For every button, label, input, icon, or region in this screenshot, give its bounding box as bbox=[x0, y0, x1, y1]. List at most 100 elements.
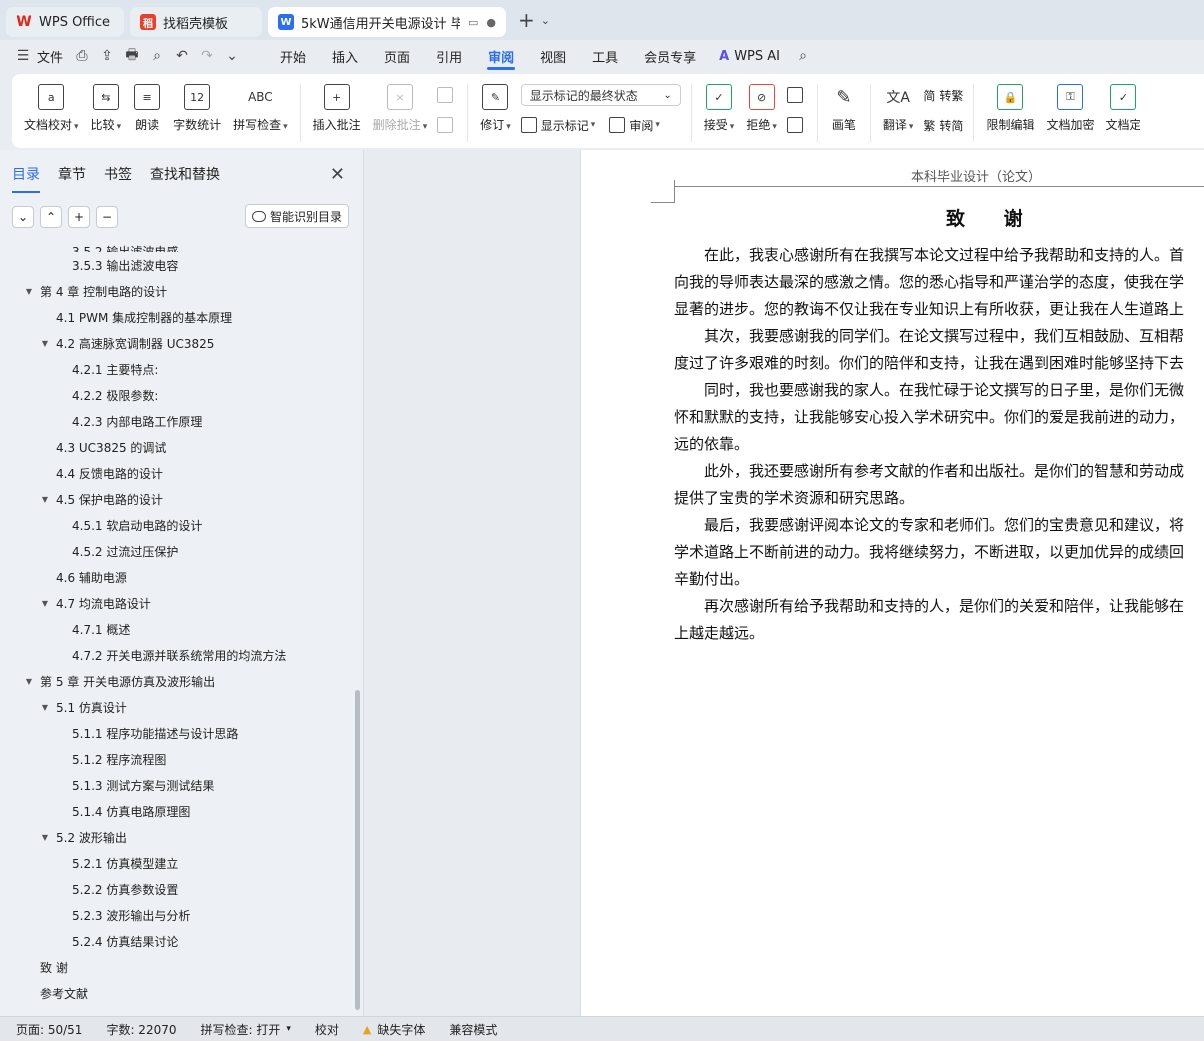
toc-item[interactable]: 5.2.2 仿真参数设置 bbox=[0, 876, 352, 902]
page-indicator[interactable]: 页面: 50/51 bbox=[16, 1021, 82, 1038]
toc-item[interactable]: 3.5.3 输出滤波电容 bbox=[0, 252, 352, 278]
tab-wps-office[interactable]: W WPS Office bbox=[6, 7, 124, 37]
previous-comment-button[interactable] bbox=[437, 84, 457, 106]
add-heading-icon[interactable]: + bbox=[68, 206, 90, 228]
toc-item[interactable]: 5.2.1 仿真模型建立 bbox=[0, 850, 352, 876]
tab-bookmarks[interactable]: 书签 bbox=[104, 164, 132, 184]
compare-button[interactable]: ⇆ 比较 ▾ bbox=[85, 84, 128, 133]
toc-item[interactable]: 5.1.1 程序功能描述与设计思路 bbox=[0, 720, 352, 746]
toc-item[interactable]: ▼ 5.2 波形输出 bbox=[0, 824, 352, 850]
tab-home[interactable]: 开始 bbox=[267, 40, 319, 72]
toc-item[interactable]: 4.2.1 主要特点: bbox=[0, 356, 352, 382]
expand-chevron-icon[interactable]: ⌃ bbox=[40, 206, 62, 228]
delete-comment-button[interactable]: × 删除批注 ▾ bbox=[367, 84, 434, 133]
toc-item[interactable]: 参考文献 bbox=[0, 980, 352, 1006]
tab-find-replace[interactable]: 查找和替换 bbox=[150, 164, 220, 184]
encrypt-button[interactable]: ⚿ 文档加密 bbox=[1040, 84, 1100, 133]
tab-page[interactable]: 页面 bbox=[371, 40, 423, 72]
document-canvas[interactable]: 本科毕业设计（论文） 致 谢 在此，我衷心感谢所有在我撰写本论文过程中给予我帮助… bbox=[365, 150, 1204, 1016]
reject-button[interactable]: ⊘ 拒绝 ▾ bbox=[740, 84, 783, 133]
toc-item[interactable]: ▼ 第 4 章 控制电路的设计 bbox=[0, 278, 352, 304]
scrollbar-thumb[interactable] bbox=[355, 690, 360, 1010]
markup-state-select[interactable]: 显示标记的最终状态 ⌄ bbox=[520, 84, 681, 106]
toc-item[interactable]: 4.5.2 过流过压保护 bbox=[0, 538, 352, 564]
toc-item[interactable]: 4.1 PWM 集成控制器的基本原理 bbox=[0, 304, 352, 330]
file-menu[interactable]: ☰ 文件 bbox=[12, 45, 63, 67]
toc-item[interactable]: 4.3 UC3825 的调试 bbox=[0, 434, 352, 460]
wps-ai-button[interactable]: A WPS AI bbox=[719, 49, 780, 64]
remove-heading-icon[interactable]: − bbox=[96, 206, 118, 228]
review-pane-button[interactable]: 审阅 ▾ bbox=[609, 114, 660, 136]
close-icon[interactable]: ✕ bbox=[330, 164, 345, 185]
smart-toc-button[interactable]: 智能识别目录 bbox=[244, 204, 349, 228]
document-body[interactable]: 在此，我衷心感谢所有在我撰写本论文过程中给予我帮助和支持的人。首 向我的导师表达最… bbox=[674, 242, 1204, 647]
tab-member[interactable]: 会员专享 bbox=[631, 40, 709, 72]
toc-item[interactable]: 4.7.2 开关电源并联系统常用的均流方法 bbox=[0, 642, 352, 668]
tab-view[interactable]: 视图 bbox=[527, 40, 579, 72]
print-icon[interactable]: 🖶 bbox=[121, 45, 143, 67]
show-markup-button[interactable]: 显示标记 ▾ bbox=[520, 114, 595, 136]
insert-comment-button[interactable]: + 插入批注 bbox=[307, 84, 367, 133]
proofread-button[interactable]: a 文档校对 ▾ bbox=[18, 84, 85, 133]
redo-icon[interactable]: ↷ bbox=[196, 45, 218, 67]
word-count-button[interactable]: 12 字数统计 bbox=[167, 84, 227, 133]
word-count-status[interactable]: 字数: 22070 bbox=[106, 1021, 176, 1038]
toc-scrollbar[interactable] bbox=[355, 240, 360, 1010]
accept-button[interactable]: ✓ 接受 ▾ bbox=[698, 84, 741, 133]
expand-triangle-icon[interactable]: ▼ bbox=[40, 339, 50, 348]
toc-item[interactable]: ▼ 5.1 仿真设计 bbox=[0, 694, 352, 720]
chevron-down-icon[interactable]: ⌄ bbox=[541, 14, 550, 27]
next-comment-button[interactable] bbox=[437, 114, 457, 136]
tab-chapters[interactable]: 章节 bbox=[58, 164, 86, 184]
toc-item[interactable]: ▼ 4.2 高速脉宽调制器 UC3825 bbox=[0, 330, 352, 356]
expand-triangle-icon[interactable]: ▼ bbox=[40, 599, 50, 608]
tab-references[interactable]: 引用 bbox=[423, 40, 475, 72]
toc-item[interactable]: ▼ 4.7 均流电路设计 bbox=[0, 590, 352, 616]
expand-triangle-icon[interactable]: ▼ bbox=[24, 287, 34, 296]
monitor-icon[interactable]: ▭ bbox=[468, 16, 478, 29]
expand-triangle-icon[interactable]: ▼ bbox=[24, 677, 34, 686]
toc-item[interactable]: 致 谢 bbox=[0, 954, 352, 980]
print-preview-icon[interactable]: ⌕ bbox=[146, 45, 168, 67]
toc-item[interactable]: 4.6 辅助电源 bbox=[0, 564, 352, 590]
toc-item[interactable]: 5.2.4 仿真结果讨论 bbox=[0, 928, 352, 954]
restrict-edit-button[interactable]: 🔒 限制编辑 bbox=[980, 84, 1040, 133]
expand-triangle-icon[interactable]: ▼ bbox=[40, 495, 50, 504]
expand-triangle-icon[interactable]: ▼ bbox=[40, 703, 50, 712]
spell-check-status[interactable]: 拼写检查: 打开 ▾ bbox=[201, 1021, 291, 1038]
finalize-button[interactable]: ✓ 文档定 bbox=[1100, 84, 1140, 133]
toc-item[interactable]: 4.7.1 概述 bbox=[0, 616, 352, 642]
tab-document[interactable]: W 5kW通信用开关电源设计 毕业 ▭ ● bbox=[268, 7, 506, 37]
missing-font-status[interactable]: ▲ 缺失字体 bbox=[363, 1021, 425, 1038]
more-chevron-icon[interactable]: ⌄ bbox=[221, 45, 243, 67]
revise-button[interactable]: ✎ 修订 ▾ bbox=[474, 84, 517, 133]
document-page[interactable]: 本科毕业设计（论文） 致 谢 在此，我衷心感谢所有在我撰写本论文过程中给予我帮助… bbox=[580, 150, 1204, 1016]
toc-item[interactable]: 5.2.3 波形输出与分析 bbox=[0, 902, 352, 928]
toc-item[interactable]: 5.1.2 程序流程图 bbox=[0, 746, 352, 772]
save-icon[interactable]: ⎙ bbox=[71, 45, 93, 67]
tab-insert[interactable]: 插入 bbox=[319, 40, 371, 72]
new-tab-button[interactable]: + ⌄ bbox=[518, 8, 550, 32]
toc-item[interactable]: 5.1.4 仿真电路原理图 bbox=[0, 798, 352, 824]
toc-item[interactable]: ▼ 4.5 保护电路的设计 bbox=[0, 486, 352, 512]
tab-review[interactable]: 审阅 bbox=[475, 40, 527, 72]
next-change-button[interactable] bbox=[786, 114, 807, 136]
tab-toc[interactable]: 目录 bbox=[12, 164, 40, 193]
pen-button[interactable]: ✎ 画笔 bbox=[824, 84, 864, 133]
collapse-chevron-icon[interactable]: ⌄ bbox=[12, 206, 34, 228]
undo-icon[interactable]: ↶ bbox=[171, 45, 193, 67]
toc-item[interactable]: 3.5.2 输出滤波电感 bbox=[0, 238, 352, 252]
toc-item[interactable]: 4.2.3 内部电路工作原理 bbox=[0, 408, 352, 434]
toc-item[interactable]: 4.4 反馈电路的设计 bbox=[0, 460, 352, 486]
toc-item[interactable]: ▼ 第 5 章 开关电源仿真及波形输出 bbox=[0, 668, 352, 694]
proof-status[interactable]: 校对 bbox=[315, 1021, 339, 1038]
toc-item[interactable]: 4.2.2 极限参数: bbox=[0, 382, 352, 408]
unsaved-dot-icon[interactable]: ● bbox=[486, 16, 496, 29]
toc-item[interactable]: 5.1.3 测试方案与测试结果 bbox=[0, 772, 352, 798]
toc-item[interactable]: 4.5.1 软启动电路的设计 bbox=[0, 512, 352, 538]
read-aloud-button[interactable]: ≡ 朗读 bbox=[127, 84, 167, 133]
to-simplified-button[interactable]: 繁 转简 bbox=[923, 114, 963, 136]
previous-change-button[interactable] bbox=[786, 84, 807, 106]
translate-button[interactable]: 文A 翻译 ▾ bbox=[877, 84, 920, 133]
spell-check-button[interactable]: ABC 拼写检查 ▾ bbox=[227, 84, 294, 133]
